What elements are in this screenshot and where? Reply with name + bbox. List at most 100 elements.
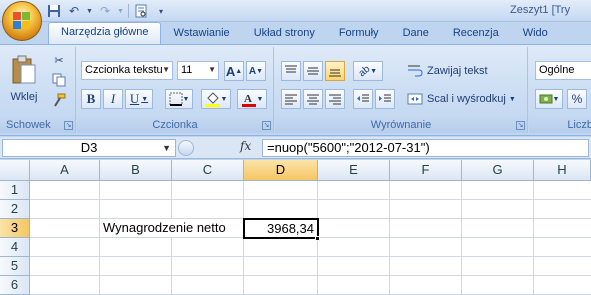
accounting-format-icon[interactable]: ▼ xyxy=(535,89,563,109)
column-header-f[interactable]: F xyxy=(390,160,462,181)
align-middle-icon[interactable] xyxy=(303,61,323,81)
font-group-label: Czcionka xyxy=(77,117,273,133)
insert-function-icon[interactable]: fx xyxy=(240,139,251,153)
column-header-g[interactable]: G xyxy=(462,160,534,181)
tab-formulas[interactable]: Formuły xyxy=(327,24,391,44)
chevron-down-icon: ▼ xyxy=(208,65,216,74)
decrease-indent-icon[interactable] xyxy=(353,89,373,109)
row-header-5[interactable]: 5 xyxy=(0,257,30,276)
tab-data[interactable]: Dane xyxy=(391,24,441,44)
align-left-icon[interactable] xyxy=(281,89,301,109)
row-header-4[interactable]: 4 xyxy=(0,238,30,257)
fill-color-button[interactable]: ▼ xyxy=(201,89,231,109)
print-preview-icon[interactable] xyxy=(133,3,149,19)
formula-bar: D3 ▼ fx =nuop("5600";"2012-07-31") xyxy=(0,137,591,159)
increase-indent-icon[interactable] xyxy=(375,89,395,109)
align-center-icon[interactable] xyxy=(303,89,323,109)
tab-view[interactable]: Wido xyxy=(511,24,560,44)
italic-label: I xyxy=(110,91,116,106)
borders-icon xyxy=(169,92,183,106)
clipboard-launcher-icon[interactable]: ↘ xyxy=(64,121,73,130)
redo-dropdown-icon[interactable]: ▼ xyxy=(117,3,124,19)
align-bottom-icon[interactable] xyxy=(325,61,345,81)
percent-style-button[interactable]: % xyxy=(567,89,587,109)
font-size-select[interactable]: 11 ▼ xyxy=(177,61,219,80)
column-header-c[interactable]: C xyxy=(172,160,244,181)
fill-handle[interactable] xyxy=(315,236,320,241)
italic-button[interactable]: I xyxy=(103,89,123,109)
font-launcher-icon[interactable]: ↘ xyxy=(262,121,271,130)
align-right-icon[interactable] xyxy=(325,89,345,109)
redo-icon[interactable]: ↷ xyxy=(97,3,113,19)
select-all-button[interactable] xyxy=(0,160,30,181)
align-top-icon[interactable] xyxy=(281,61,301,81)
paste-button[interactable]: Wklej xyxy=(8,51,40,107)
tab-insert[interactable]: Wstawianie xyxy=(161,24,241,44)
grow-font-label: A xyxy=(225,63,236,79)
copy-icon[interactable] xyxy=(50,71,68,89)
chevron-down-icon: ▼ xyxy=(162,65,170,74)
underline-label: U xyxy=(129,91,140,106)
column-header-h[interactable]: H xyxy=(534,160,591,181)
row-header-6[interactable]: 6 xyxy=(0,276,30,295)
font-name-select[interactable]: Czcionka tekstu ▼ xyxy=(81,61,173,80)
format-painter-icon[interactable] xyxy=(50,91,68,109)
shrink-font-button[interactable]: A ▼ xyxy=(246,61,266,81)
active-cell-d3[interactable]: 3968,34 xyxy=(243,218,319,239)
number-group: Ogólne ▼ % Liczb xyxy=(529,47,591,133)
window-title: Zeszyt1 [Try xyxy=(510,4,571,16)
row-header-1[interactable]: 1 xyxy=(0,181,30,200)
name-box[interactable]: D3 ▼ xyxy=(2,139,176,157)
column-header-d[interactable]: D xyxy=(244,160,318,181)
font-group: Czcionka tekstu ▼ 11 ▼ A ▲ A ▼ B I U ▼ ▼ ▼ … xyxy=(77,47,274,133)
cut-icon[interactable]: ✂ xyxy=(50,51,68,69)
wrap-text-label: Zawijaj tekst xyxy=(427,65,488,77)
undo-icon[interactable]: ↶ xyxy=(66,3,82,19)
grow-font-button[interactable]: A ▲ xyxy=(224,61,244,81)
column-header-e[interactable]: E xyxy=(318,160,390,181)
tab-page-layout[interactable]: Układ strony xyxy=(242,24,327,44)
number-format-select[interactable]: Ogólne xyxy=(535,61,591,80)
row-header-2[interactable]: 2 xyxy=(0,200,30,219)
ribbon: Wklej ✂ Schowek ↘ Czcionka tekstu ▼ 11 ▼… xyxy=(0,44,591,136)
wrap-text-button[interactable]: Zawijaj tekst xyxy=(407,61,488,81)
grid-line xyxy=(30,199,591,200)
column-header-b[interactable]: B xyxy=(100,160,172,181)
font-color-button[interactable]: A ▼ xyxy=(237,89,267,109)
ribbon-tabs: Narzędzia główne Wstawianie Układ strony… xyxy=(0,22,591,44)
font-name-value: Czcionka tekstu xyxy=(85,64,163,76)
formula-input[interactable]: =nuop("5600";"2012-07-31") xyxy=(262,139,589,157)
borders-button[interactable]: ▼ xyxy=(165,89,193,109)
paste-label: Wklej xyxy=(10,91,38,103)
bold-label: B xyxy=(86,91,96,106)
cell-d3-value: 3968,34 xyxy=(267,221,314,236)
office-button[interactable] xyxy=(2,1,42,41)
alignment-launcher-icon[interactable]: ↘ xyxy=(516,121,525,130)
font-size-value: 11 xyxy=(181,64,193,76)
row-header-3[interactable]: 3 xyxy=(0,219,30,238)
alignment-group: ab ▼ Zawijaj tekst Scal i wyśrodkuj ▼ Wyr… xyxy=(275,47,528,133)
svg-text:A: A xyxy=(244,93,252,105)
percent-label: % xyxy=(571,92,583,106)
office-logo-icon xyxy=(13,12,31,30)
save-icon[interactable] xyxy=(46,3,62,19)
name-box-value: D3 xyxy=(80,140,98,155)
customize-qat-icon[interactable]: ▾ xyxy=(153,3,169,19)
expand-name-box-handle[interactable] xyxy=(178,140,194,156)
clipboard-group: Wklej ✂ Schowek ↘ xyxy=(0,47,76,133)
formula-controls: fx xyxy=(178,139,258,157)
title-bar: ↶ ▼ ↷ ▼ ▾ Zeszyt1 [Try xyxy=(0,0,591,22)
bold-button[interactable]: B xyxy=(81,89,101,109)
merge-center-icon xyxy=(407,93,423,105)
tab-review[interactable]: Recenzja xyxy=(441,24,511,44)
cell-b3[interactable]: Wynagrodzenie netto xyxy=(103,219,226,237)
underline-button[interactable]: U ▼ xyxy=(125,89,153,109)
shrink-font-label: A xyxy=(248,65,257,77)
column-header-a[interactable]: A xyxy=(30,160,100,181)
tab-home[interactable]: Narzędzia główne xyxy=(48,22,162,44)
merge-center-button[interactable]: Scal i wyśrodkuj ▼ xyxy=(407,89,516,109)
grid-line xyxy=(30,256,591,257)
undo-dropdown-icon[interactable]: ▼ xyxy=(86,3,93,19)
orientation-icon[interactable]: ab ▼ xyxy=(353,61,383,81)
wrap-text-icon xyxy=(408,65,423,77)
